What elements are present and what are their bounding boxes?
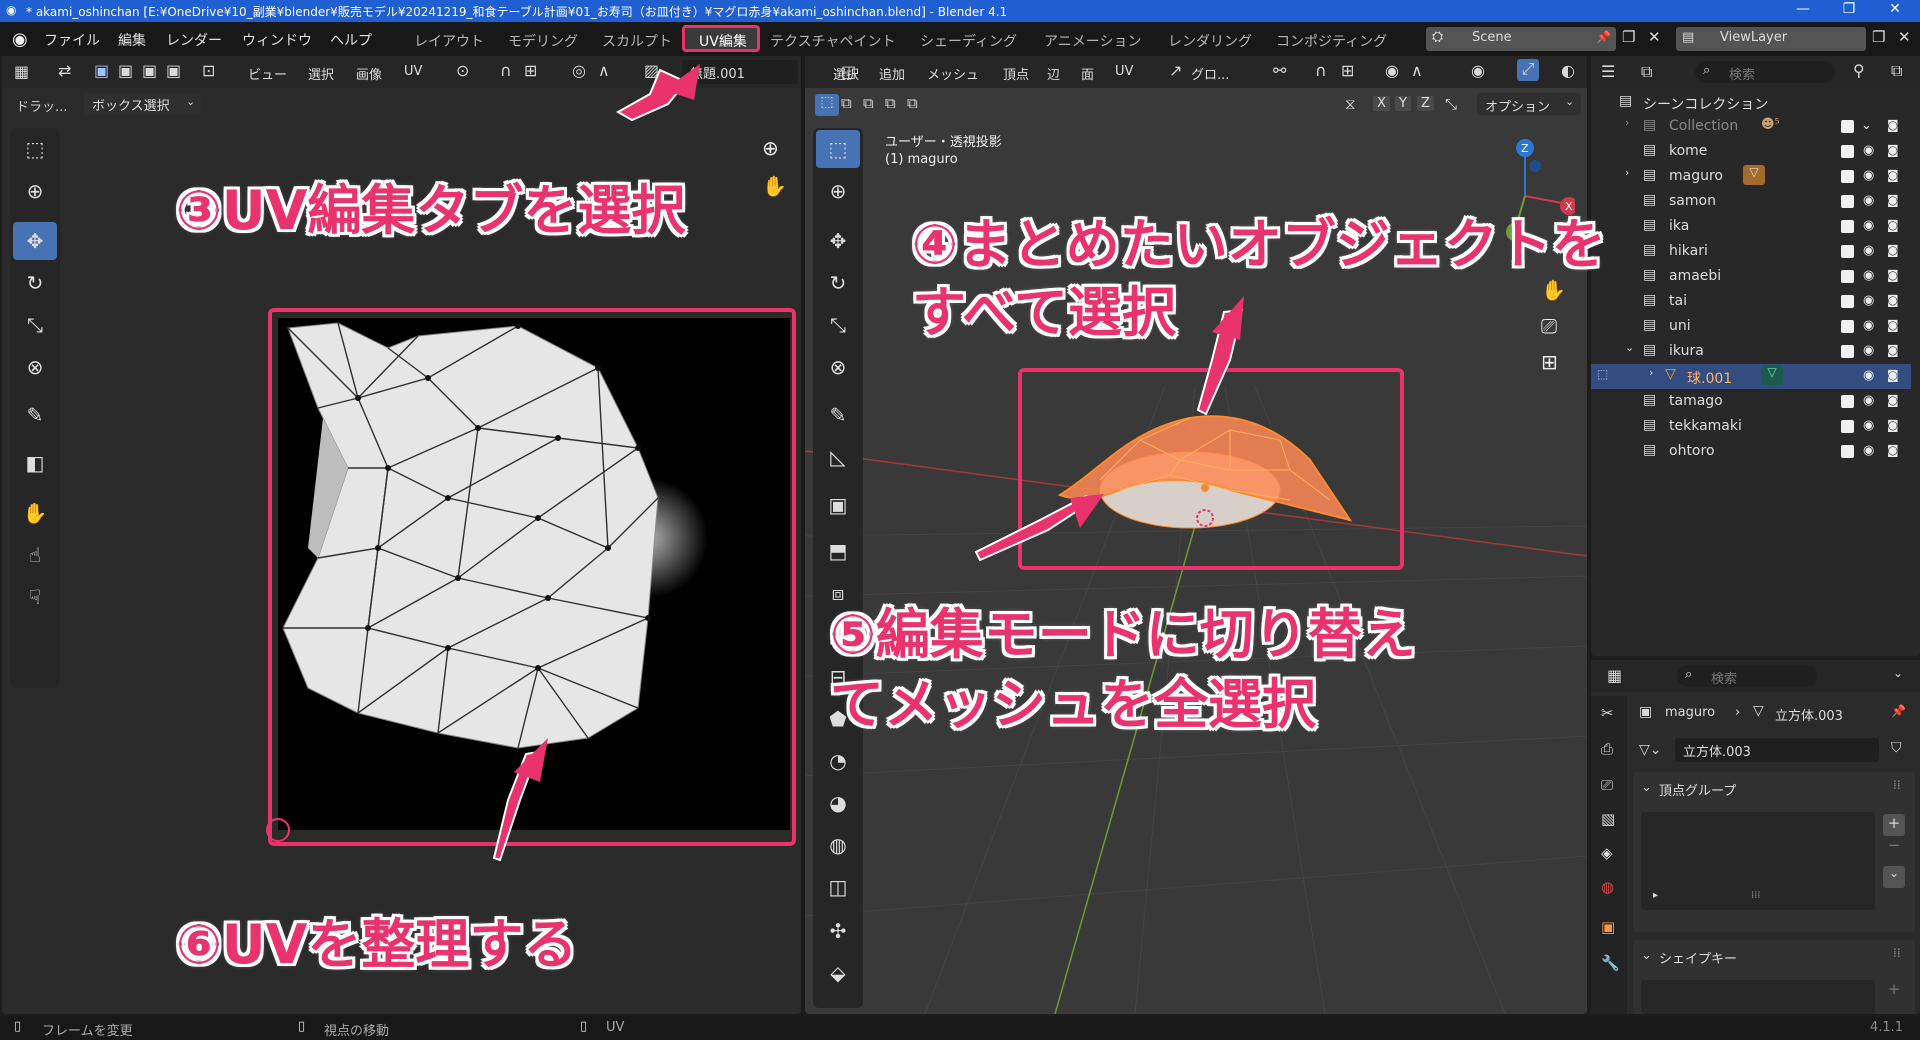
- annotation-step5-line2: てメッシュを全選択: [830, 673, 1316, 736]
- annotation-step3: ③UV編集タブを選択: [176, 179, 686, 242]
- annotation-step4-line2: すべて選択: [912, 281, 1177, 344]
- annotation-step5-line1: ⑤編集モードに切り替え: [830, 603, 1416, 666]
- annotation-arrows: [492, 64, 1244, 862]
- annotation-step6: ⑥UVを整理する: [176, 913, 578, 976]
